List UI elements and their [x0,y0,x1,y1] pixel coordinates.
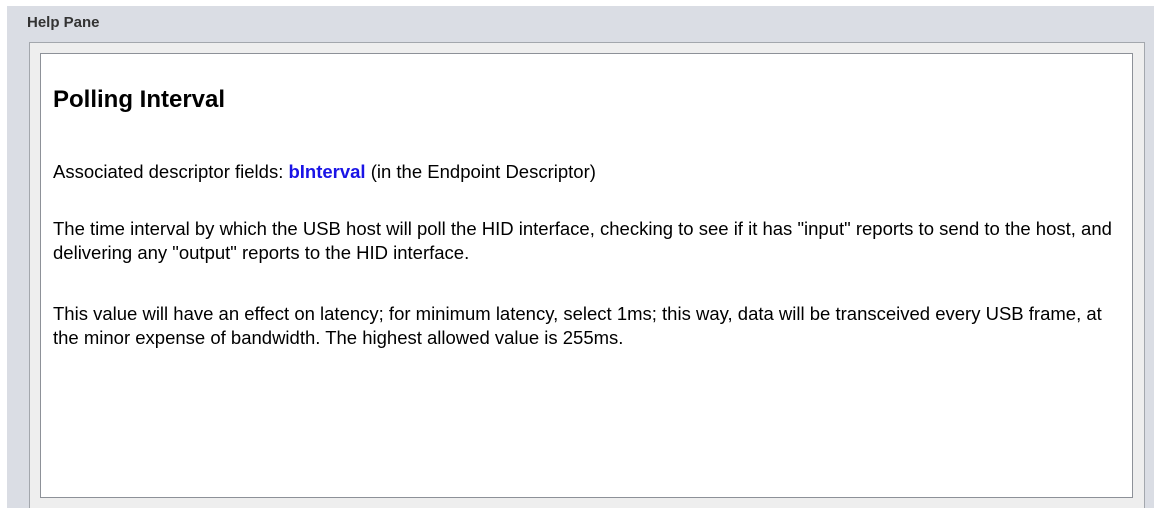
associated-fields-suffix: (in the Endpoint Descriptor) [365,161,596,182]
help-topic-heading: Polling Interval [53,86,226,113]
binterval-link[interactable]: bInterval [288,161,365,182]
associated-fields-prefix: Associated descriptor fields: [53,161,289,182]
latency-paragraph: This value will have an effect on latenc… [53,303,1102,348]
associated-fields-line: Associated descriptor fields: bInterval … [53,160,1123,184]
description-paragraph: The time interval by which the USB host … [53,218,1112,263]
help-pane-title: Help Pane [27,14,100,31]
help-content-area[interactable]: Polling Interval Associated descriptor f… [40,53,1133,498]
